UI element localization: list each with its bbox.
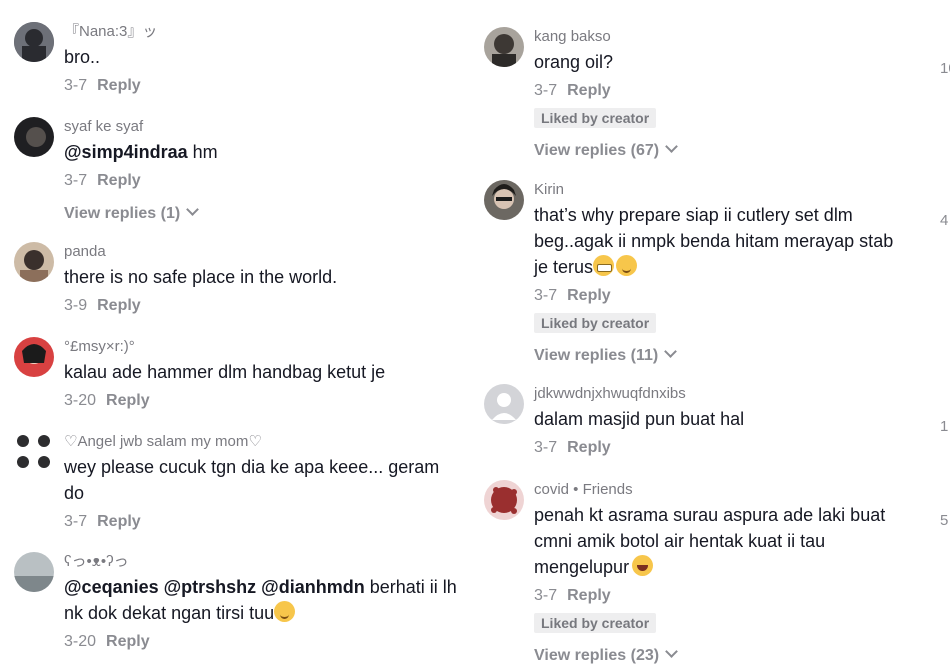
avatar[interactable] xyxy=(484,27,524,67)
comment-text: kalau ade hammer dlm handbag ketut je xyxy=(64,362,386,382)
comment-date: 3-7 xyxy=(534,587,558,604)
comment-text: penah kt asrama surau aspura ade laki bu… xyxy=(534,505,886,525)
comment-meta: 3-7 Reply xyxy=(64,171,218,191)
comment-date: 3-7 xyxy=(534,439,558,456)
chevron-down-icon xyxy=(186,203,200,216)
reply-button[interactable]: Reply xyxy=(97,172,141,189)
grimace-emoji-icon xyxy=(593,255,615,276)
avatar[interactable] xyxy=(14,432,54,472)
mention-link[interactable]: @ceqanies @ptrshshz @dianhmdn xyxy=(64,577,365,597)
liked-by-creator-badge: Liked by creator xyxy=(534,613,657,633)
reply-button[interactable]: Reply xyxy=(567,287,611,304)
comment-text: wey please cucuk tgn dia ke apa keee... … xyxy=(64,457,440,477)
comment-meta: 3-7 Reply xyxy=(64,76,157,96)
relieved-emoji-icon xyxy=(274,601,296,622)
comment-date: 3-9 xyxy=(64,297,88,314)
comment-username[interactable]: 『Nana:3』ッ xyxy=(64,22,157,42)
avatar[interactable] xyxy=(14,242,54,282)
chevron-down-icon xyxy=(665,645,678,658)
reply-button[interactable]: Reply xyxy=(106,633,150,650)
chevron-down-icon xyxy=(664,345,678,358)
reply-button[interactable]: Reply xyxy=(567,82,611,99)
comment-text-line: je terus xyxy=(534,254,893,280)
comment-date: 3-7 xyxy=(64,513,88,530)
comment-date: 3-7 xyxy=(534,287,558,304)
comment-username[interactable]: covid • Friends xyxy=(534,480,885,500)
reply-button[interactable]: Reply xyxy=(567,587,611,604)
comment-text-line: nk dok dekat ngan tirsi tuu xyxy=(64,600,457,626)
comment-text-line: mengelupur xyxy=(534,554,885,580)
comment-username[interactable]: kang bakso xyxy=(534,27,676,47)
avatar[interactable] xyxy=(14,117,54,157)
comment-text-line: beg..agak ii nmpk benda hitam merayap st… xyxy=(534,231,894,251)
comment-date: 3-7 xyxy=(64,172,88,189)
comment-meta: 3-20 Reply xyxy=(64,391,385,411)
reply-button[interactable]: Reply xyxy=(567,439,611,456)
view-replies-button[interactable]: View replies (1) xyxy=(64,203,218,224)
avatar[interactable] xyxy=(14,337,54,377)
view-replies-button[interactable]: View replies (23) xyxy=(534,645,885,666)
reply-button[interactable]: Reply xyxy=(106,392,150,409)
clipped-count: 10 xyxy=(940,60,950,77)
comment-meta: 3-9 Reply xyxy=(64,296,337,316)
chevron-down-icon xyxy=(665,140,678,153)
comment-meta: 3-7 Reply xyxy=(534,586,885,606)
avatar[interactable] xyxy=(484,480,524,520)
liked-by-creator-badge: Liked by creator xyxy=(534,313,657,333)
comment-meta: 3-7 Reply xyxy=(534,286,893,306)
view-replies-button[interactable]: View replies (11) xyxy=(534,345,893,366)
comment-username[interactable]: °£msy×r:)° xyxy=(64,337,385,357)
comment-date: 3-20 xyxy=(64,633,97,650)
comment-text-line: do xyxy=(64,483,85,503)
comment-text: bro.. xyxy=(64,47,101,67)
reply-button[interactable]: Reply xyxy=(97,297,141,314)
reply-button[interactable]: Reply xyxy=(97,77,141,94)
comment-text: that’s why prepare siap ii cutlery set d… xyxy=(534,205,853,225)
comment-username[interactable]: ♡Angel jwb salam my mom♡ xyxy=(64,432,439,452)
comment-text: @ceqanies @ptrshshz @dianhmdn berhati ii… xyxy=(64,577,457,597)
view-replies-button[interactable]: View replies (67) xyxy=(534,140,678,161)
comment-username[interactable]: Kirin xyxy=(534,180,893,200)
comment-username[interactable]: panda xyxy=(64,242,337,262)
comment-text: orang oil? xyxy=(534,52,614,72)
avatar[interactable] xyxy=(14,552,54,592)
clipped-count: 4 xyxy=(940,212,949,229)
mention-link[interactable]: @simp4indraa xyxy=(64,142,188,162)
comment-username[interactable]: jdkwwdnjxhwuqfdnxibs xyxy=(534,384,744,404)
comment-text: dalam masjid pun buat hal xyxy=(534,409,745,429)
comment-date: 3-20 xyxy=(64,392,97,409)
comment-text: there is no safe place in the world. xyxy=(64,267,338,287)
liked-by-creator-badge: Liked by creator xyxy=(534,108,657,128)
comment-meta: 3-7 Reply xyxy=(534,438,744,458)
relieved-emoji-icon xyxy=(616,255,638,276)
comment-meta: 3-20 Reply xyxy=(64,632,457,652)
avatar[interactable] xyxy=(484,180,524,220)
avatar[interactable] xyxy=(484,384,524,424)
clipped-count: 5 xyxy=(940,512,949,529)
comment-text: @simp4indraa hm xyxy=(64,142,218,162)
avatar[interactable] xyxy=(14,22,54,62)
laughing-emoji-icon xyxy=(632,555,654,576)
clipped-count: 1 xyxy=(940,418,949,435)
comment-date: 3-7 xyxy=(64,77,88,94)
reply-button[interactable]: Reply xyxy=(97,513,141,530)
comment-username[interactable]: ʕっ•ᴥ•ʔっ xyxy=(64,552,457,572)
comment-text-line: cmni amik botol air hentak kuat ii tau xyxy=(534,531,826,551)
comment-username[interactable]: syaf ke syaf xyxy=(64,117,218,137)
comment-meta: 3-7 Reply xyxy=(534,81,676,101)
comment-date: 3-7 xyxy=(534,82,558,99)
comment-meta: 3-7 Reply xyxy=(64,512,439,532)
